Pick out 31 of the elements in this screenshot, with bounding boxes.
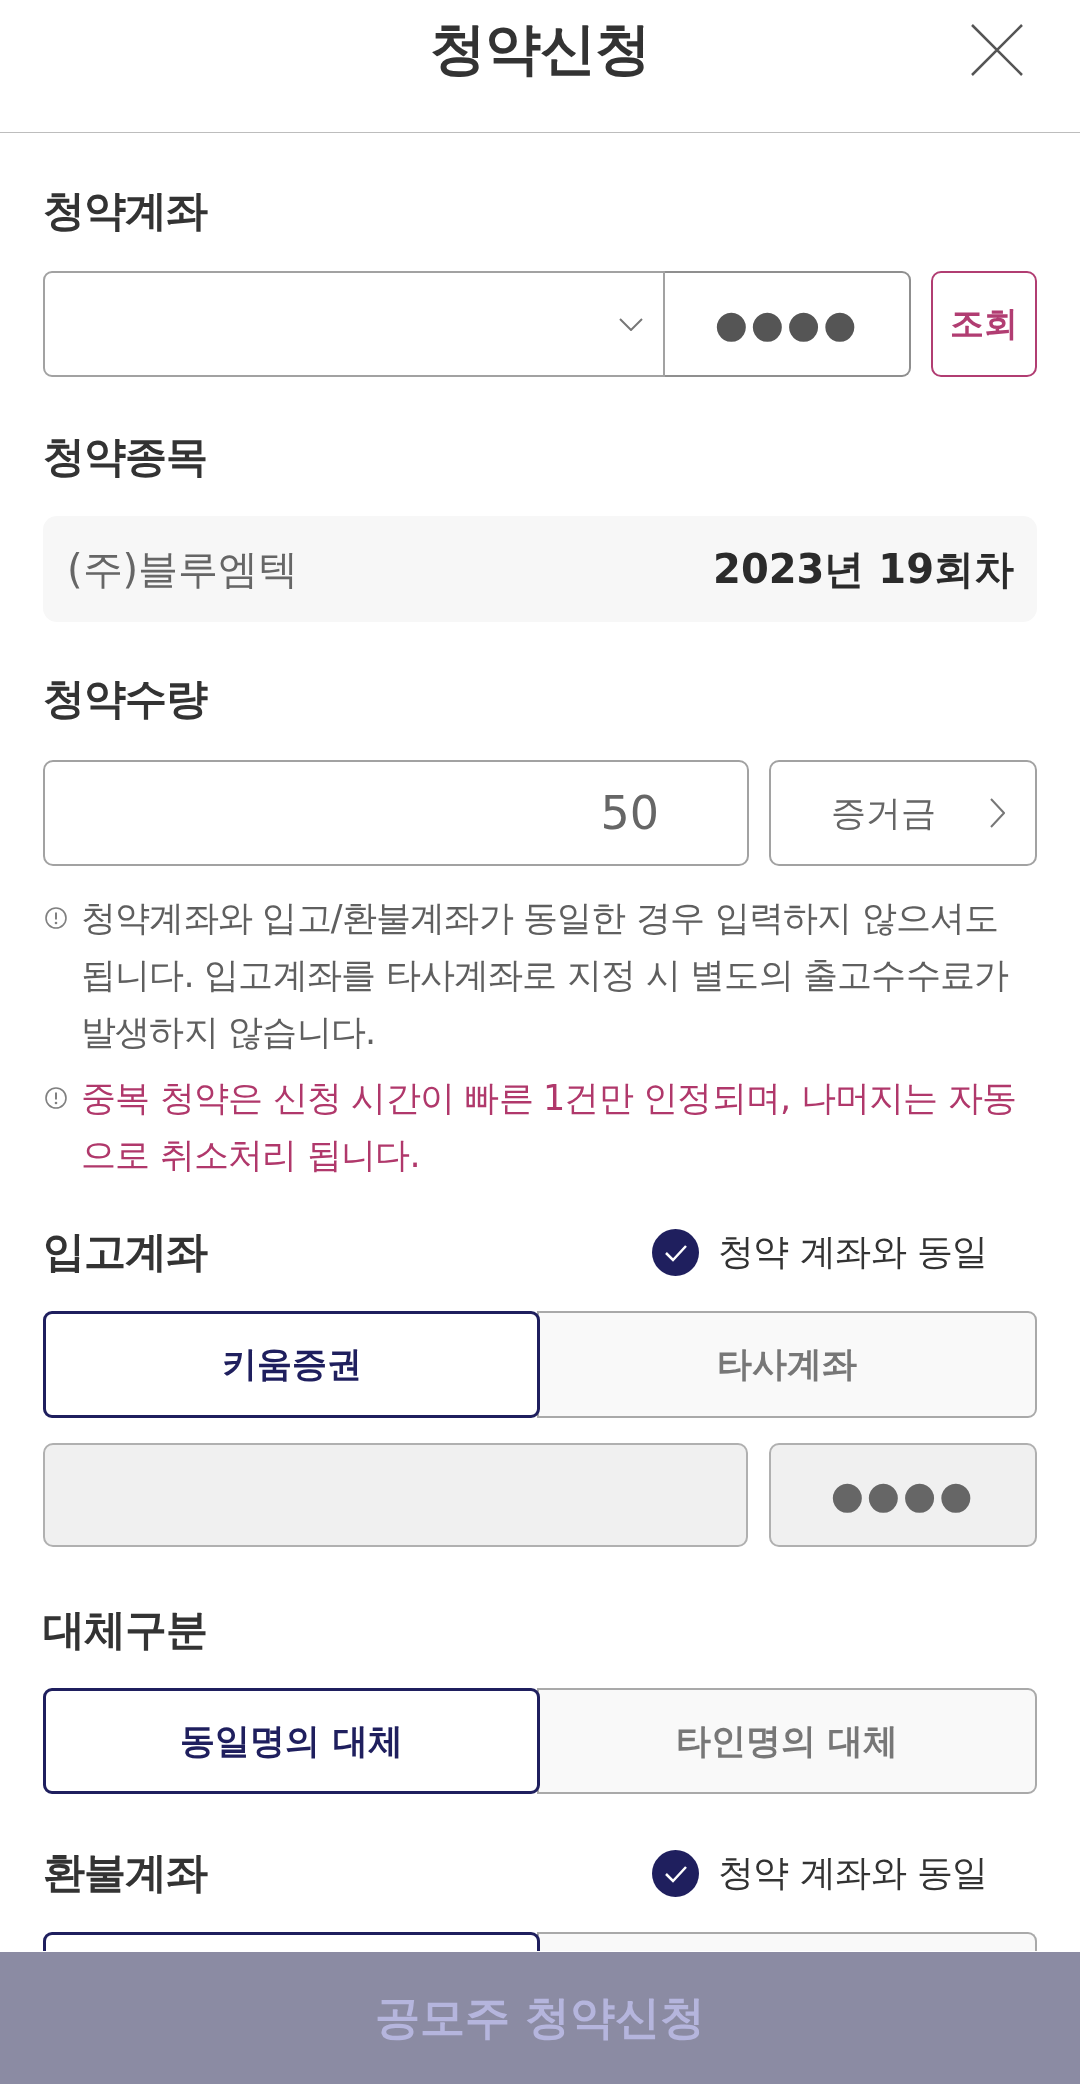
checkbox[interactable]	[651, 1228, 699, 1276]
chevron-down-icon	[619, 317, 643, 331]
stock-round: 2023년 19회차	[713, 544, 1014, 594]
refund-account-tab[interactable]	[43, 1932, 540, 1951]
section-label: 청약계좌	[43, 186, 207, 236]
deposit-button[interactable]: 증거금	[769, 760, 1037, 866]
section-label: 대체구분	[43, 1605, 207, 1655]
transfer-type-tab[interactable]: 동일명의 대체	[43, 1688, 540, 1794]
account-type-tab[interactable]: 타사계좌	[537, 1311, 1037, 1418]
lookup-button[interactable]: 조회	[931, 271, 1037, 377]
window-title: 청약신청	[430, 15, 650, 83]
info-icon	[45, 1087, 67, 1109]
stock-name: (주)블루엠텍	[67, 544, 299, 594]
section-label: 청약수량	[43, 674, 207, 724]
transfer-type-tab[interactable]: 타인명의 대체	[537, 1688, 1037, 1794]
checkbox-label[interactable]: 청약 계좌와 동일	[717, 1227, 988, 1277]
quantity-field[interactable]: 50	[43, 760, 749, 866]
password-field[interactable]: ●●●●	[665, 271, 911, 377]
checkbox[interactable]	[651, 1849, 699, 1897]
account-type-tab[interactable]: 키움증권	[43, 1311, 540, 1418]
section-label: 입고계좌	[43, 1227, 207, 1277]
notice-text: 중복 청약은 신청 시간이 빠른 1건만 인정되며, 나머지는 자동으로 취소처리 됩니다.	[81, 1077, 1018, 1177]
section-label: 환불계좌	[43, 1848, 207, 1898]
chevron-right-icon	[990, 798, 1005, 828]
account-select[interactable]	[43, 271, 665, 377]
checkbox-label[interactable]: 청약 계좌와 동일	[717, 1848, 988, 1898]
section-label: 청약종목	[43, 432, 207, 482]
info-icon	[45, 907, 67, 929]
notice-text: 청약계좌와 입고/환불계좌가 동일한 경우 입력하지 않으셔도 됩니다. 입고계좌를 타사계좌로 지정 시 별도의 출고수수료가 발생하지 않습니다.	[81, 897, 1010, 1054]
close-icon	[971, 24, 1023, 76]
close-button[interactable]	[971, 24, 1023, 76]
